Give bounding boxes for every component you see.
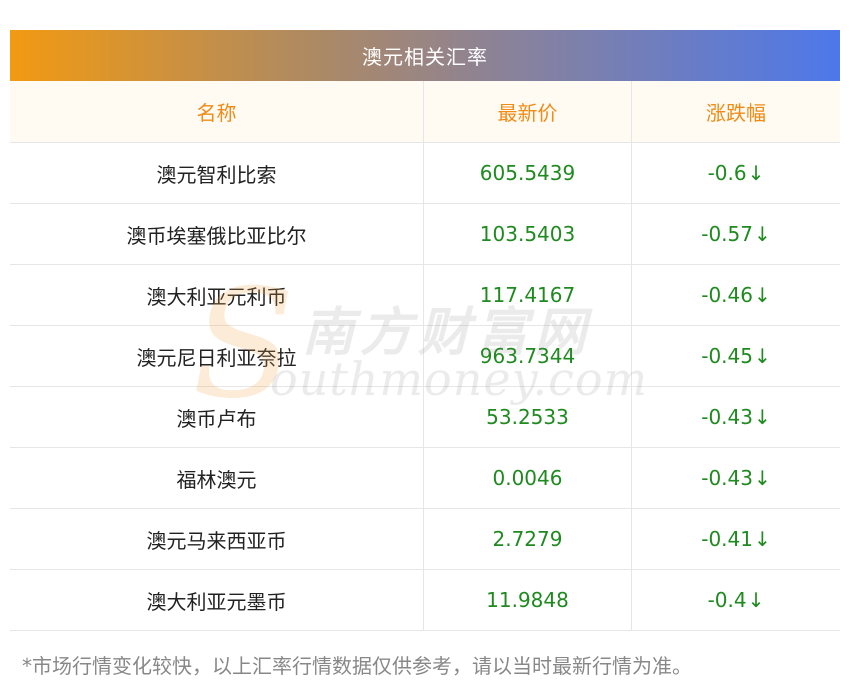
currency-pair-name: 澳大利亚元墨币 [10,570,424,630]
change-value: -0.45 [701,344,753,368]
currency-pair-name: 澳大利亚元利币 [10,265,424,325]
currency-pair-name: 福林澳元 [10,448,424,508]
column-header-name: 名称 [10,81,424,142]
change-percent: -0.45 ↓ [632,326,840,386]
down-arrow-icon: ↓ [753,222,771,246]
latest-price: 117.4167 [424,265,632,325]
down-arrow-icon: ↓ [747,161,765,185]
latest-price: 605.5439 [424,143,632,203]
down-arrow-icon: ↓ [753,527,771,551]
change-value: -0.43 [701,466,753,490]
change-value: -0.41 [701,527,753,551]
currency-pair-name: 澳元尼日利亚奈拉 [10,326,424,386]
table-title: 澳元相关汇率 [10,30,840,81]
change-percent: -0.43 ↓ [632,387,840,447]
table-row: 澳大利亚元墨币 11.9848 -0.4 ↓ [10,570,840,631]
table-row: 澳币埃塞俄比亚比尔 103.5403 -0.57 ↓ [10,204,840,265]
down-arrow-icon: ↓ [753,283,771,307]
latest-price: 53.2533 [424,387,632,447]
latest-price: 103.5403 [424,204,632,264]
currency-pair-name: 澳元智利比索 [10,143,424,203]
change-value: -0.46 [701,283,753,307]
latest-price: 0.0046 [424,448,632,508]
down-arrow-icon: ↓ [753,466,771,490]
change-value: -0.57 [701,222,753,246]
table-row: 澳元智利比索 605.5439 -0.6 ↓ [10,143,840,204]
table-row: 澳币卢布 53.2533 -0.43 ↓ [10,387,840,448]
change-value: -0.43 [701,405,753,429]
column-header-change: 涨跌幅 [706,101,766,125]
latest-price: 11.9848 [424,570,632,630]
change-percent: -0.41 ↓ [632,509,840,569]
table-row: 福林澳元 0.0046 -0.43 ↓ [10,448,840,509]
currency-pair-name: 澳元马来西亚币 [10,509,424,569]
change-percent: -0.43 ↓ [632,448,840,508]
column-header-row: 名称 最新价 涨跌幅 [10,81,840,143]
change-value: -0.6 [707,161,747,185]
down-arrow-icon: ↓ [753,344,771,368]
disclaimer-footnote: *市场行情变化较快，以上汇率行情数据仅供参考，请以当时最新行情为准。 [22,654,692,678]
latest-price: 2.7279 [424,509,632,569]
down-arrow-icon: ↓ [747,588,765,612]
currency-pair-name: 澳币埃塞俄比亚比尔 [10,204,424,264]
exchange-rate-table: 澳元相关汇率 名称 最新价 涨跌幅 澳元智利比索 605.5439 -0.6 ↓ … [10,30,840,631]
down-arrow-icon: ↓ [753,405,771,429]
table-row: 澳元尼日利亚奈拉 963.7344 -0.45 ↓ [10,326,840,387]
change-percent: -0.6 ↓ [632,143,840,203]
change-value: -0.4 [707,588,747,612]
currency-pair-name: 澳币卢布 [10,387,424,447]
change-percent: -0.57 ↓ [632,204,840,264]
latest-price: 963.7344 [424,326,632,386]
column-header-price: 最新价 [424,81,632,142]
table-row: 澳大利亚元利币 117.4167 -0.46 ↓ [10,265,840,326]
table-row: 澳元马来西亚币 2.7279 -0.41 ↓ [10,509,840,570]
change-percent: -0.46 ↓ [632,265,840,325]
change-percent: -0.4 ↓ [632,570,840,630]
